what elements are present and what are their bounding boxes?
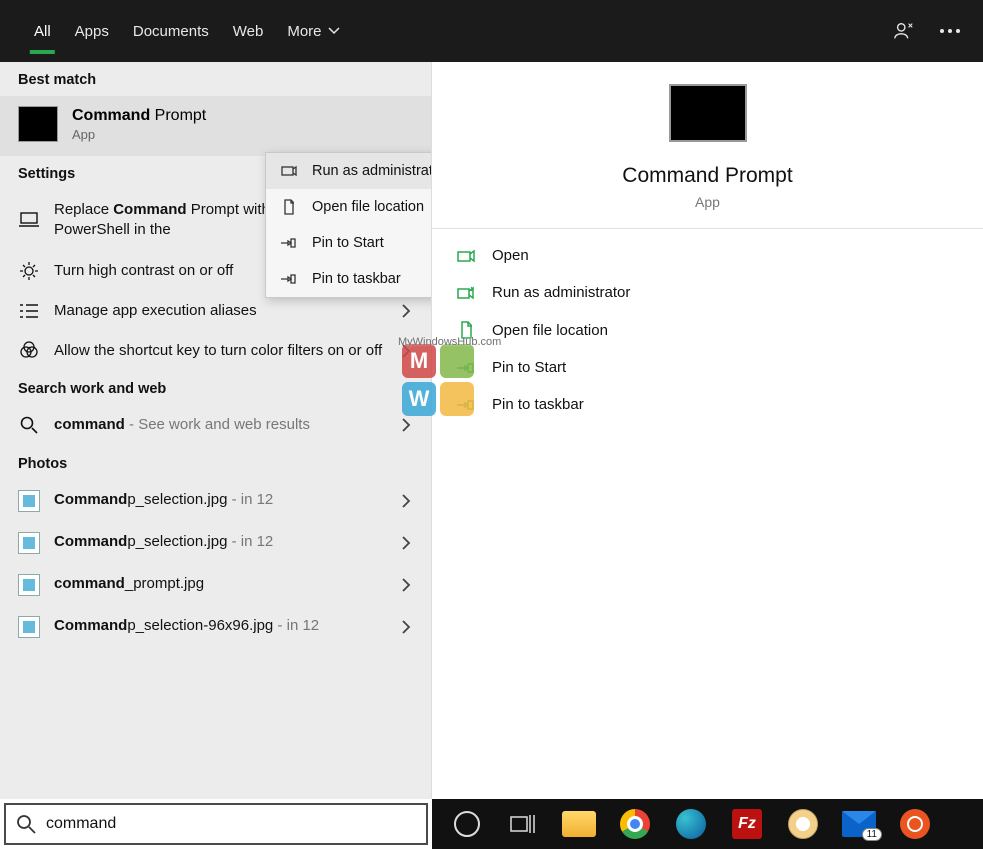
image-file-icon <box>18 574 40 596</box>
best-match-result[interactable]: Command Prompt App <box>0 96 431 156</box>
photo-item[interactable]: Commandp_selection-96x96.jpg - in 12 <box>0 606 431 648</box>
section-photos: Photos <box>0 446 431 480</box>
pin-icon <box>280 236 298 250</box>
taskbar-edge[interactable] <box>670 803 712 845</box>
search-icon <box>18 416 40 434</box>
search-box[interactable] <box>4 803 428 845</box>
photo-item[interactable]: Commandp_selection.jpg - in 12 <box>0 522 431 564</box>
taskbar-mail[interactable]: 11 <box>838 803 880 845</box>
taskbar: Fz 11 <box>432 799 983 849</box>
context-menu: Run as administrator Open file location … <box>265 152 432 298</box>
settings-item-color-filters[interactable]: Allow the shortcut key to turn color fil… <box>0 331 431 371</box>
section-search-web: Search work and web <box>0 371 431 405</box>
chevron-right-icon <box>401 304 411 318</box>
chevron-right-icon <box>401 418 411 432</box>
best-match-title: Command Prompt <box>72 107 206 125</box>
shield-admin-icon <box>280 163 298 179</box>
tab-more-label: More <box>287 23 321 40</box>
open-icon <box>456 249 476 263</box>
image-file-icon <box>18 532 40 554</box>
ctx-pin-to-taskbar[interactable]: Pin to taskbar <box>266 261 432 297</box>
chevron-right-icon <box>401 344 411 358</box>
action-run-as-administrator[interactable]: Run as administrator <box>432 274 983 311</box>
chevron-right-icon <box>401 620 411 634</box>
brightness-icon <box>18 261 40 281</box>
image-file-icon <box>18 490 40 512</box>
ctx-open-file-location[interactable]: Open file location <box>266 189 432 225</box>
taskbar-ubuntu[interactable] <box>894 803 936 845</box>
action-pin-to-start[interactable]: Pin to Start <box>432 349 983 386</box>
pin-icon <box>280 272 298 286</box>
list-icon <box>18 303 40 319</box>
folder-location-icon <box>280 199 298 215</box>
chevron-right-icon <box>401 494 411 508</box>
folder-location-icon <box>456 321 476 339</box>
preview-title: Command Prompt <box>452 164 963 188</box>
taskbar-paint[interactable] <box>782 803 824 845</box>
action-open[interactable]: Open <box>432 237 983 274</box>
ctx-pin-to-start[interactable]: Pin to Start <box>266 225 432 261</box>
taskbar-file-explorer[interactable] <box>558 803 600 845</box>
action-open-file-location[interactable]: Open file location <box>432 311 983 349</box>
search-icon <box>16 814 36 834</box>
preview-subtitle: App <box>452 194 963 210</box>
feedback-icon[interactable] <box>881 8 927 54</box>
command-prompt-icon <box>18 106 58 142</box>
chevron-down-icon <box>328 25 340 37</box>
results-pane: Best match Command Prompt App Settings R… <box>0 62 432 799</box>
tab-documents[interactable]: Documents <box>121 0 221 62</box>
tab-web[interactable]: Web <box>221 0 276 62</box>
shield-admin-icon <box>456 285 476 301</box>
search-scope-tabs: All Apps Documents Web More <box>0 0 983 62</box>
tab-all[interactable]: All <box>22 0 63 62</box>
section-best-match: Best match <box>0 62 431 96</box>
taskbar-cortana[interactable] <box>446 803 488 845</box>
photo-item[interactable]: command_prompt.jpg <box>0 564 431 606</box>
pin-icon <box>456 398 476 412</box>
search-input[interactable] <box>46 815 416 833</box>
image-file-icon <box>18 616 40 638</box>
taskbar-chrome[interactable] <box>614 803 656 845</box>
chevron-right-icon <box>401 578 411 592</box>
options-icon[interactable] <box>927 8 973 54</box>
pin-icon <box>456 361 476 375</box>
action-pin-to-taskbar[interactable]: Pin to taskbar <box>432 386 983 423</box>
chevron-right-icon <box>401 536 411 550</box>
taskbar-task-view[interactable] <box>502 803 544 845</box>
preview-pane: Command Prompt App Open Run as administr… <box>432 62 983 799</box>
web-search-item[interactable]: command - See work and web results <box>0 405 431 445</box>
best-match-subtitle: App <box>72 127 206 142</box>
taskbar-filezilla[interactable]: Fz <box>726 803 768 845</box>
laptop-icon <box>18 212 40 228</box>
mail-badge: 11 <box>862 828 882 841</box>
tab-apps[interactable]: Apps <box>63 0 121 62</box>
tab-more[interactable]: More <box>275 0 351 62</box>
color-filter-icon <box>18 341 40 361</box>
photo-item[interactable]: Commandp_selection.jpg - in 12 <box>0 480 431 522</box>
divider <box>432 228 983 229</box>
ctx-run-as-administrator[interactable]: Run as administrator <box>266 153 432 189</box>
command-prompt-icon <box>669 84 747 142</box>
